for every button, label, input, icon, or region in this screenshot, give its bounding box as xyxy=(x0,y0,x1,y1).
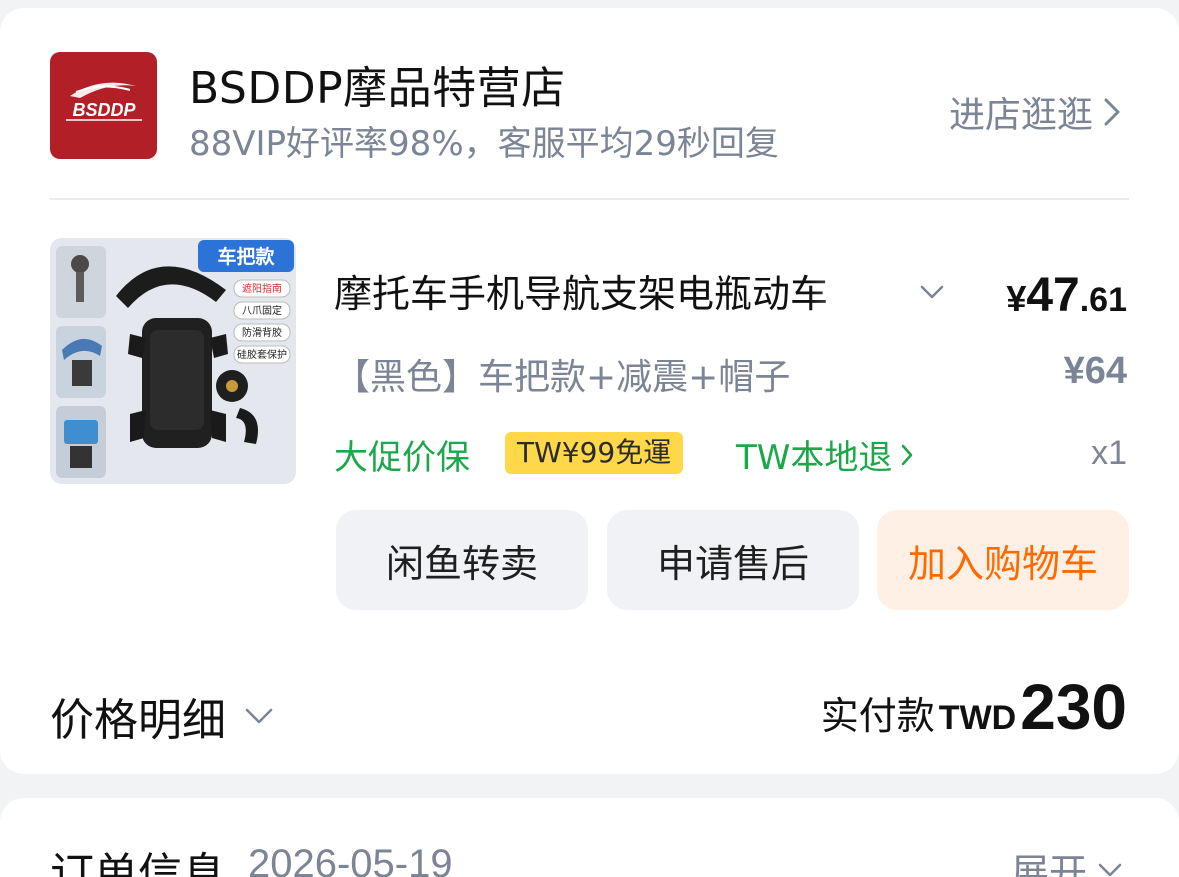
price-detail-toggle[interactable]: 价格明细 xyxy=(50,684,274,748)
original-price: ¥64 xyxy=(1063,350,1127,392)
price-protect-tag[interactable]: 大促价保 xyxy=(334,430,470,479)
enter-store-label: 进店逛逛 xyxy=(948,95,1093,136)
svg-text:硅胶套保护: 硅胶套保护 xyxy=(237,348,287,361)
svg-text:八爪固定: 八爪固定 xyxy=(242,304,282,317)
store-logo-mark: BSDDP xyxy=(66,82,142,121)
local-return-link[interactable]: TW本地退 xyxy=(736,430,914,479)
after-sale-button[interactable]: 申请售后 xyxy=(607,510,859,610)
local-return-label: TW本地退 xyxy=(736,438,893,478)
paid-amount: 实付款 TWD 230 xyxy=(821,670,1127,744)
price-integer: 47 xyxy=(1026,269,1080,322)
price-currency: ¥ xyxy=(1006,278,1027,319)
chevron-down-icon xyxy=(1098,863,1122,876)
product-image[interactable]: 车把款 遮阳指南 八爪固定 防滑背胶 硅胶套保护 xyxy=(50,238,296,484)
product-spec: 【黑色】车把款+减震+帽子 xyxy=(334,357,791,398)
paid-currency: TWD xyxy=(938,699,1017,737)
store-name[interactable]: BSDDP摩品特营店 xyxy=(189,52,566,116)
paid-total: 230 xyxy=(1020,671,1127,743)
chevron-down-icon xyxy=(245,708,273,724)
free-shipping-badge: TW¥99免運 xyxy=(505,432,684,474)
svg-text:BSDDP: BSDDP xyxy=(72,100,136,120)
order-info-card: 订单信息 2026-05-19 展开 xyxy=(0,798,1179,877)
store-logo[interactable]: BSDDP xyxy=(50,52,157,159)
paid-label: 实付款 xyxy=(820,694,935,738)
product-title[interactable]: 摩托车手机导航支架电瓶动车 xyxy=(334,263,894,318)
product-quantity: x1 xyxy=(1091,434,1127,472)
order-expand-toggle[interactable]: 展开 xyxy=(1011,842,1123,877)
chevron-right-icon xyxy=(1104,98,1120,126)
phone-mount-image: 车把款 遮阳指南 八爪固定 防滑背胶 硅胶套保护 xyxy=(50,238,296,484)
order-date: 2026-05-19 xyxy=(248,842,453,877)
product-price: ¥47.61 xyxy=(1006,268,1127,323)
chevron-down-icon[interactable] xyxy=(918,282,946,302)
store-rating-subtitle: 88VIP好评率98%，客服平均29秒回复 xyxy=(189,124,779,164)
svg-text:车把款: 车把款 xyxy=(217,245,275,268)
price-decimal: .61 xyxy=(1079,281,1127,319)
enter-store-link[interactable]: 进店逛逛 xyxy=(949,86,1121,138)
expand-label: 展开 xyxy=(1010,851,1087,877)
store-order-card: BSDDP BSDDP摩品特营店 88VIP好评率98%，客服平均29秒回复 进… xyxy=(0,8,1179,774)
svg-text:防滑背胶: 防滑背胶 xyxy=(242,326,282,339)
order-info-title: 订单信息 xyxy=(50,849,226,877)
svg-text:遮阳指南: 遮阳指南 xyxy=(242,282,282,295)
price-detail-label: 价格明细 xyxy=(50,695,226,746)
chevron-right-icon xyxy=(902,444,913,465)
divider xyxy=(50,198,1129,200)
add-to-cart-button[interactable]: 加入购物车 xyxy=(877,510,1129,610)
resell-button[interactable]: 闲鱼转卖 xyxy=(336,510,588,610)
